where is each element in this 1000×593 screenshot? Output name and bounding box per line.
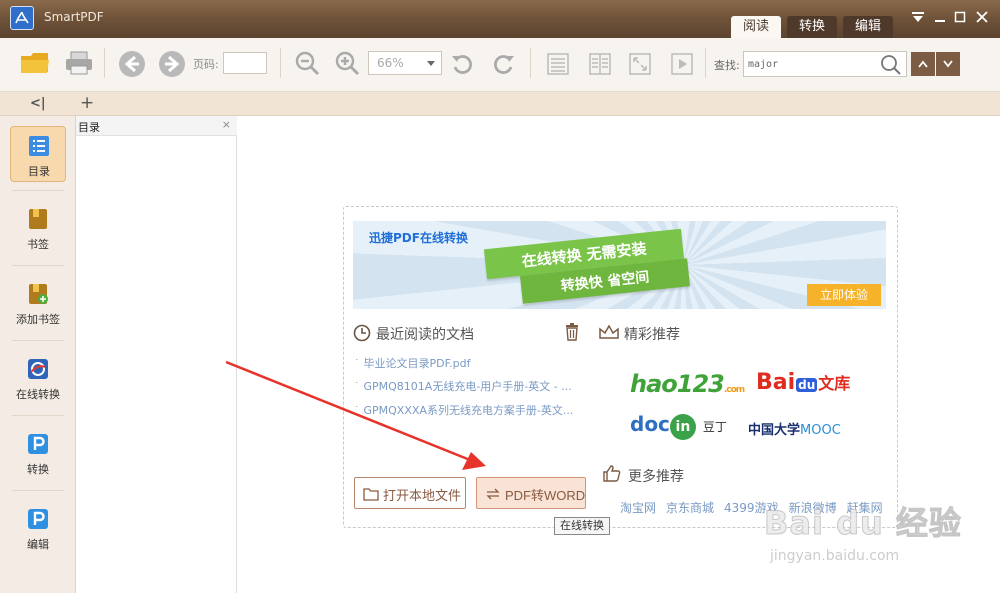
page-number-input[interactable] xyxy=(223,52,267,74)
fit-page-icon[interactable] xyxy=(628,52,658,82)
add-tab-button[interactable]: + xyxy=(80,93,94,113)
zoom-value: 66% xyxy=(377,56,404,70)
sidebar-separator xyxy=(12,490,64,491)
sidebar-separator xyxy=(12,265,64,266)
baidu-jingyan-watermark: Bai du 经验 jingyan.baidu.com xyxy=(760,490,970,570)
baidu-wenku-logo[interactable]: Bai du 文库 xyxy=(756,370,850,395)
rotate-right-icon[interactable] xyxy=(490,51,520,81)
toc-panel-title: 目录 xyxy=(78,121,100,134)
sidebar-item-label: 目录 xyxy=(28,165,50,178)
sidebar-item-label: 添加书签 xyxy=(16,313,60,326)
maximize-icon[interactable] xyxy=(952,9,968,25)
toc-list-icon xyxy=(28,135,50,157)
menu-dropdown-icon[interactable] xyxy=(910,9,926,25)
online-convert-icon xyxy=(27,358,49,380)
sidebar-item-convert[interactable]: 转换 xyxy=(10,425,66,481)
banner-brand: 迅捷PDF在线转换 xyxy=(369,231,468,245)
tab-read[interactable]: 阅读 xyxy=(731,16,781,38)
sidebar-item-label: 在线转换 xyxy=(16,388,60,401)
link-jd[interactable]: 京东商城 xyxy=(666,501,714,515)
more-recommend-heading: 更多推荐 xyxy=(628,469,684,485)
toolbar-separator xyxy=(104,48,105,78)
page-number-label: 页码: xyxy=(193,58,219,71)
recent-file-item[interactable]: ˙ GPMQ8101A无线充电-用户手册-英文 - ... xyxy=(354,378,572,394)
search-label: 查找: xyxy=(714,59,740,72)
search-prev-button[interactable] xyxy=(911,52,935,76)
watermark-text: Bai du 经验 xyxy=(764,504,962,543)
sidebar-item-online-convert[interactable]: 在线转换 xyxy=(10,350,66,406)
zoom-select[interactable]: 66% xyxy=(368,51,442,75)
toolbar-separator xyxy=(280,48,281,78)
tooltip: 在线转换 xyxy=(554,517,610,535)
sidebar-item-edit[interactable]: 编辑 xyxy=(10,500,66,556)
sidebar-item-label: 书签 xyxy=(27,238,49,251)
collapse-panel-button[interactable]: <| xyxy=(30,96,46,111)
print-icon[interactable] xyxy=(64,50,94,80)
title-bar: SmartPDF 阅读 转换 编辑 xyxy=(0,0,1000,38)
sidebar-item-label: 转换 xyxy=(27,463,49,476)
search-box xyxy=(743,51,907,77)
zoom-out-icon[interactable] xyxy=(294,50,324,80)
chevron-down-icon xyxy=(427,61,435,66)
open-local-file-button[interactable]: 打开本地文件 xyxy=(354,477,466,509)
recent-documents-heading: 最近阅读的文档 xyxy=(376,327,474,343)
hao123-logo[interactable]: hao123.com xyxy=(630,370,745,398)
double-page-view-icon[interactable] xyxy=(588,52,618,82)
prev-page-icon[interactable] xyxy=(118,50,148,80)
online-convert-banner[interactable]: 迅捷PDF在线转换 在线转换 无需安装 转换快 省空间 立即体验 xyxy=(353,221,886,309)
docin-logo[interactable]: doc in 豆丁 xyxy=(630,412,727,440)
next-page-icon[interactable] xyxy=(158,50,188,80)
clock-icon xyxy=(353,324,371,345)
sidebar-separator xyxy=(12,190,64,191)
document-tab-strip: <| + xyxy=(0,92,1000,116)
sidebar-item-bookmark[interactable]: 书签 xyxy=(10,200,66,256)
app-logo-icon xyxy=(10,6,34,30)
recent-file-item[interactable]: ˙ 毕业论文目录PDF.pdf xyxy=(354,355,471,371)
sidebar-item-label: 编辑 xyxy=(27,538,49,551)
thumbs-up-icon xyxy=(602,464,622,485)
zoom-in-icon[interactable] xyxy=(334,50,364,80)
mooc-logo[interactable]: 中国大学MOOC xyxy=(748,419,841,438)
try-now-button[interactable]: 立即体验 xyxy=(807,284,881,306)
sidebar-item-add-bookmark[interactable]: 添加书签 xyxy=(10,275,66,331)
toolbar-separator xyxy=(705,48,706,78)
slideshow-icon[interactable] xyxy=(670,52,700,82)
sidebar-separator xyxy=(12,415,64,416)
single-page-view-icon[interactable] xyxy=(546,52,576,82)
tab-convert[interactable]: 转换 xyxy=(787,16,837,38)
toc-panel-header: 目录 × xyxy=(76,116,237,136)
edit-icon xyxy=(27,508,49,530)
search-input[interactable] xyxy=(748,57,868,71)
bookmark-icon xyxy=(27,208,49,230)
sidebar: 目录 书签 添加书签 在线转换 转换 编辑 xyxy=(0,116,76,593)
minimize-icon[interactable] xyxy=(932,9,948,25)
close-icon[interactable] xyxy=(974,9,990,25)
sidebar-item-toc[interactable]: 目录 xyxy=(10,126,66,182)
trash-icon[interactable] xyxy=(564,323,580,344)
search-icon[interactable] xyxy=(880,54,902,79)
convert-icon xyxy=(27,433,49,455)
tab-edit[interactable]: 编辑 xyxy=(843,16,893,38)
recommend-heading: 精彩推荐 xyxy=(624,327,680,343)
rotate-left-icon[interactable] xyxy=(450,51,480,81)
link-taobao[interactable]: 淘宝网 xyxy=(620,501,656,515)
search-next-button[interactable] xyxy=(936,52,960,76)
pdf-to-word-button[interactable]: PDF转WORD xyxy=(476,477,586,509)
toolbar-separator xyxy=(530,48,531,78)
sidebar-separator xyxy=(12,340,64,341)
close-panel-icon[interactable]: × xyxy=(222,118,231,131)
watermark-url: jingyan.baidu.com xyxy=(770,548,900,564)
toc-panel: 目录 × xyxy=(76,116,237,593)
add-bookmark-icon xyxy=(27,283,49,305)
recent-file-item[interactable]: ˙ GPMQXXXA系列无线充电方案手册-英文... xyxy=(354,402,573,418)
open-folder-icon[interactable] xyxy=(20,50,50,80)
crown-icon xyxy=(598,323,620,344)
app-title: SmartPDF xyxy=(44,10,104,24)
